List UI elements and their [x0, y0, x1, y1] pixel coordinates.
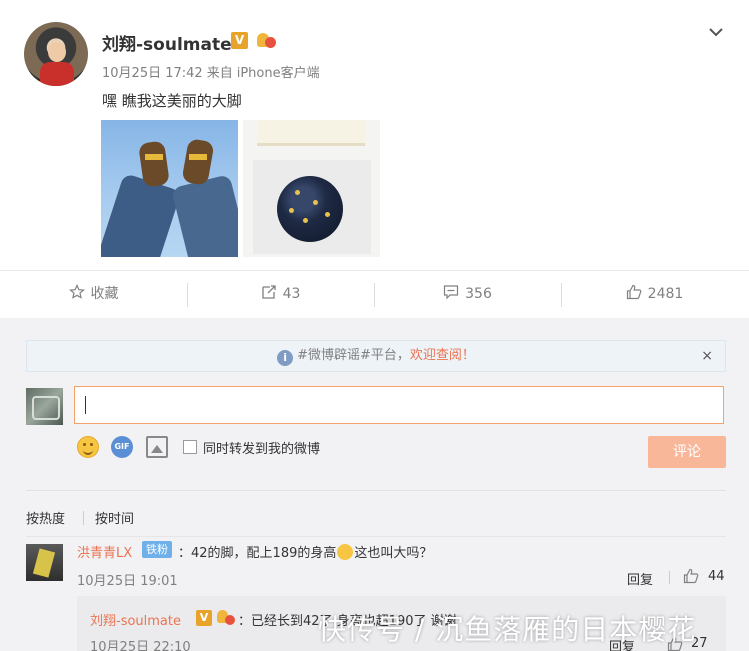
post-image-cake[interactable]: [243, 120, 380, 257]
vip-badge-icon: [216, 609, 236, 626]
repost-checkbox-label[interactable]: 同时转发到我的微博: [203, 438, 320, 457]
thumbs-up-icon[interactable]: [683, 568, 699, 584]
info-icon: i: [277, 350, 294, 366]
repost-checkbox[interactable]: [183, 440, 197, 454]
image-icon[interactable]: [146, 436, 168, 458]
comment-like-count: 44: [708, 569, 725, 584]
repost-count: 43: [282, 286, 301, 302]
comment-text-part: ：42的脚，配上189的身高: [178, 546, 337, 561]
verified-badge-icon: V: [196, 610, 212, 626]
commenter-avatar[interactable]: [26, 544, 63, 581]
chevron-down-icon[interactable]: [708, 24, 724, 40]
vip-badge-icon: [255, 31, 277, 49]
post-source[interactable]: iPhone客户端: [237, 66, 320, 81]
repost-button[interactable]: 43: [187, 271, 374, 319]
laughing-emoji-icon: [337, 544, 354, 560]
comment-time: 10月25日 19:01: [77, 574, 178, 589]
thumbs-up-icon: [626, 284, 642, 300]
notice-prefix[interactable]: #微博辟谣#平台，: [297, 348, 410, 363]
repost-icon: [261, 285, 276, 299]
comment-text: ：42的脚，配上189的身高 这也叫大吗？: [178, 542, 432, 561]
like-count: 2481: [647, 286, 684, 302]
reply-author-name[interactable]: 刘翔-soulmate: [90, 610, 181, 629]
divider: [26, 490, 726, 491]
comment-count: 356: [465, 286, 492, 302]
post-meta: 10月25日 17:42 来自 iPhone客户端: [102, 62, 324, 81]
comment-button[interactable]: 356: [374, 271, 561, 319]
weibo-post: 刘翔-soulmate V 10月25日 17:42 来自 iPhone客户端 嘿 …: [0, 0, 749, 318]
action-bar: 收藏 43 356 2481: [0, 270, 749, 318]
notice-highlight[interactable]: 欢迎查阅！: [410, 348, 475, 363]
post-text: 嘿 瞧我这美丽的大脚: [102, 92, 242, 110]
submit-comment-button[interactable]: 评论: [648, 436, 726, 468]
reply-button[interactable]: 回复: [627, 569, 653, 588]
emoji-icon[interactable]: [77, 436, 99, 458]
comment-input[interactable]: [74, 386, 724, 424]
comment-icon: [444, 285, 459, 300]
sort-divider: [83, 511, 84, 525]
watermark: 快传号 / 沉鱼落雁的日本樱花: [318, 613, 697, 646]
source-prefix: 来自: [206, 66, 233, 81]
close-icon[interactable]: ×: [701, 341, 713, 371]
comment-section: i #微博辟谣#平台，欢迎查阅！ × GIF 同时转发到我的微博 评论 按热度 按…: [0, 318, 749, 651]
favorite-button[interactable]: 收藏: [0, 271, 187, 319]
reply-time: 10月25日 22:10: [90, 640, 191, 651]
favorite-label: 收藏: [90, 286, 119, 302]
sort-by-heat[interactable]: 按热度: [26, 508, 65, 527]
text-caret: [85, 396, 86, 414]
comment-text-part: 这也叫大吗？: [354, 546, 433, 561]
fan-badge: 铁粉: [142, 541, 172, 558]
star-icon: [68, 284, 85, 299]
sort-by-time[interactable]: 按时间: [95, 508, 134, 527]
verified-badge-icon: V: [231, 32, 248, 49]
post-image-feet[interactable]: [101, 120, 238, 257]
author-avatar[interactable]: [24, 22, 88, 86]
divider: [26, 536, 726, 537]
post-date[interactable]: 10月25日 17:42: [102, 66, 203, 81]
author-name[interactable]: 刘翔-soulmate: [102, 30, 232, 55]
commenter-name[interactable]: 洪青青LX: [77, 542, 132, 561]
current-user-avatar[interactable]: [26, 388, 63, 425]
gif-icon[interactable]: GIF: [111, 436, 133, 458]
like-divider: [669, 571, 670, 584]
like-button[interactable]: 2481: [561, 271, 748, 319]
rumor-notice: i #微博辟谣#平台，欢迎查阅！ ×: [26, 340, 726, 372]
